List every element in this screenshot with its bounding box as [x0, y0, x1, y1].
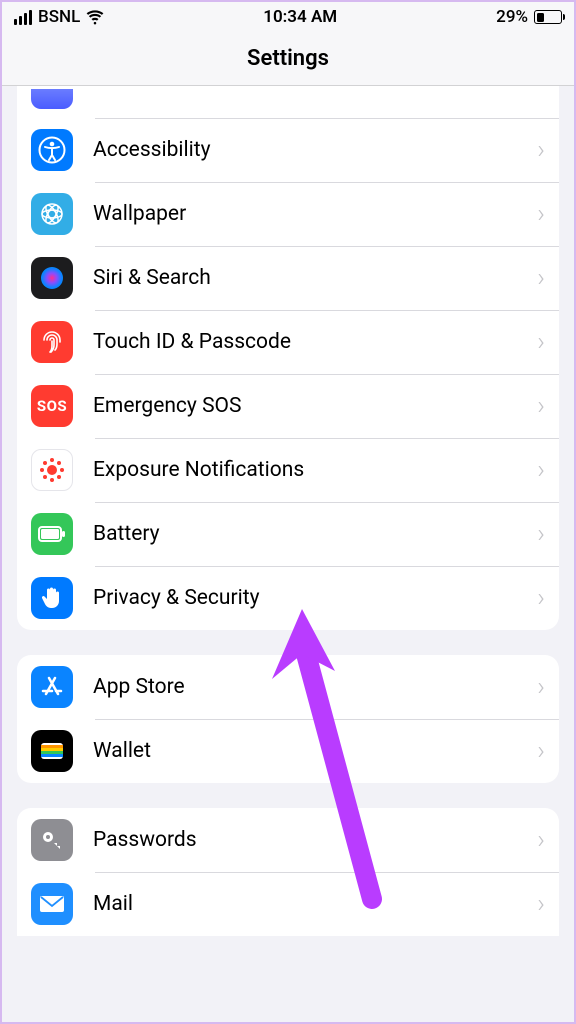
chevron-right-icon: › [537, 891, 545, 917]
row-label: Privacy & Security [93, 586, 529, 610]
chevron-right-icon: › [537, 674, 545, 700]
row-passwords[interactable]: Passwords › [17, 808, 559, 872]
mail-icon [31, 883, 73, 925]
settings-group-store: App Store › Wallet › [17, 655, 559, 783]
row-label: Wallpaper [93, 202, 529, 226]
row-label: Passwords [93, 828, 529, 852]
row-accessibility[interactable]: Accessibility › [17, 118, 559, 182]
chevron-right-icon: › [537, 585, 545, 611]
chevron-right-icon: › [537, 137, 545, 163]
fingerprint-icon [31, 321, 73, 363]
siri-icon [31, 257, 73, 299]
wifi-icon [86, 8, 104, 26]
carrier-label: BSNL [38, 7, 80, 27]
chevron-right-icon: › [537, 393, 545, 419]
wallet-icon [31, 730, 73, 772]
hand-icon [31, 577, 73, 619]
clock: 10:34 AM [263, 7, 337, 27]
row-battery[interactable]: Battery › [17, 502, 559, 566]
chevron-right-icon: › [537, 521, 545, 547]
app-store-icon [31, 666, 73, 708]
chevron-right-icon: › [537, 201, 545, 227]
row-label: Wallet [93, 739, 529, 763]
row-wallet[interactable]: Wallet › [17, 719, 559, 783]
row-label: Touch ID & Passcode [93, 330, 529, 354]
settings-scroll[interactable]: Home Screen › Accessibility › Wallpaper … [2, 86, 574, 1022]
page-title: Settings [247, 46, 329, 71]
row-touch-id-passcode[interactable]: Touch ID & Passcode › [17, 310, 559, 374]
status-bar: BSNL 10:34 AM 29% [2, 2, 574, 32]
row-label: Accessibility [93, 138, 529, 162]
row-wallpaper[interactable]: Wallpaper › [17, 182, 559, 246]
row-label: Emergency SOS [93, 394, 529, 418]
chevron-right-icon: › [537, 457, 545, 483]
row-label: Exposure Notifications [93, 458, 529, 482]
sos-icon: SOS [31, 385, 73, 427]
chevron-right-icon: › [537, 738, 545, 764]
row-privacy-security[interactable]: Privacy & Security › [17, 566, 559, 630]
row-label: App Store [93, 675, 529, 699]
wallpaper-icon [31, 193, 73, 235]
row-label: Siri & Search [93, 266, 529, 290]
row-exposure-notifications[interactable]: Exposure Notifications › [17, 438, 559, 502]
battery-pct-label: 29% [496, 7, 528, 27]
row-app-store[interactable]: App Store › [17, 655, 559, 719]
row-label: Mail [93, 892, 529, 916]
exposure-icon [31, 449, 73, 491]
signal-icon [14, 10, 32, 25]
battery-icon [534, 10, 562, 24]
row-label: Battery [93, 522, 529, 546]
accessibility-icon [31, 129, 73, 171]
row-mail[interactable]: Mail › [17, 872, 559, 936]
chevron-right-icon: › [537, 265, 545, 291]
key-icon [31, 819, 73, 861]
chevron-right-icon: › [537, 329, 545, 355]
nav-bar: Settings [2, 32, 574, 86]
chevron-right-icon: › [537, 827, 545, 853]
battery-icon [31, 513, 73, 555]
home-screen-icon [31, 89, 73, 109]
row-siri-search[interactable]: Siri & Search › [17, 246, 559, 310]
settings-group-general: Home Screen › Accessibility › Wallpaper … [17, 86, 559, 630]
row-home-screen[interactable]: Home Screen › [17, 86, 559, 118]
settings-group-accounts: Passwords › Mail › [17, 808, 559, 936]
row-emergency-sos[interactable]: SOS Emergency SOS › [17, 374, 559, 438]
